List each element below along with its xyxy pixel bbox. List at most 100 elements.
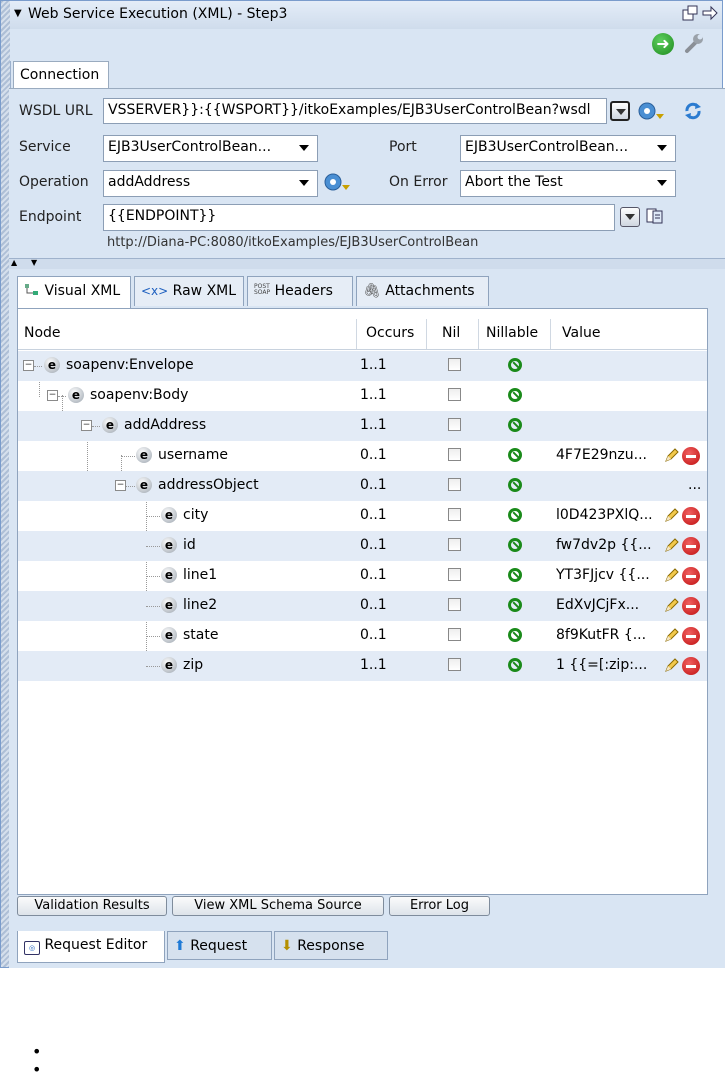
collapse-toggle-icon[interactable]: −: [115, 480, 126, 491]
value-cell[interactable]: 8f9KutFR {...: [556, 627, 646, 643]
operation-select[interactable]: addAddress: [103, 170, 318, 197]
remove-icon[interactable]: [682, 627, 700, 645]
nil-checkbox[interactable]: [448, 388, 461, 401]
validation-results-button[interactable]: Validation Results: [17, 896, 167, 916]
operation-settings-gear-icon[interactable]: [322, 171, 352, 193]
nil-checkbox[interactable]: [448, 418, 461, 431]
occurs-cell: 1..1: [360, 657, 387, 673]
table-row[interactable]: e state 0..1 8f9KutFR {...: [18, 621, 707, 651]
edit-pencil-icon[interactable]: [663, 448, 679, 464]
nil-checkbox[interactable]: [448, 508, 461, 521]
table-row[interactable]: e city 0..1 l0D423PXlQ...: [18, 501, 707, 531]
view-xml-schema-source-button[interactable]: View XML Schema Source: [172, 896, 384, 916]
endpoint-input[interactable]: {{ENDPOINT}}: [103, 204, 615, 231]
collapse-triangle-icon[interactable]: ▼: [14, 8, 22, 19]
table-row[interactable]: − e soapenv:Body 1..1: [18, 381, 707, 411]
value-cell[interactable]: l0D423PXlQ...: [556, 507, 653, 523]
execute-go-icon[interactable]: ➜: [652, 33, 674, 55]
collapse-toggle-icon[interactable]: −: [47, 390, 58, 401]
value-cell[interactable]: fw7dv2p {{...: [556, 537, 652, 553]
table-row[interactable]: e line1 0..1 YT3FJjcv {{...: [18, 561, 707, 591]
value-cell[interactable]: 1 {{=[:zip:...: [556, 657, 647, 673]
col-value-header[interactable]: Value: [562, 325, 600, 341]
remove-icon[interactable]: [682, 507, 700, 525]
collapse-up-icon[interactable]: ▲: [11, 258, 17, 267]
service-select[interactable]: EJB3UserControlBean...: [103, 135, 318, 162]
endpoint-dropdown-button[interactable]: [620, 207, 640, 227]
endpoint-copy-icon[interactable]: [646, 207, 664, 225]
remove-icon[interactable]: [682, 567, 700, 585]
element-icon: e: [136, 477, 152, 493]
value-cell[interactable]: EdXvJCjFx...: [556, 597, 639, 613]
occurs-cell: 1..1: [360, 357, 387, 373]
nillable-no-icon: [508, 538, 522, 552]
wrench-icon[interactable]: [682, 32, 706, 56]
table-row[interactable]: e line2 0..1 EdXvJCjFx...: [18, 591, 707, 621]
wsdl-url-input[interactable]: VSSERVER}}:{{WSPORT}}/itkoExamples/EJB3U…: [103, 98, 607, 124]
tab-attachments[interactable]: 🖇 Attachments: [356, 276, 489, 306]
tree-connector: [92, 426, 100, 427]
on-error-select[interactable]: Abort the Test: [460, 170, 676, 197]
top-toolbar: ➜: [10, 29, 722, 61]
remove-icon[interactable]: [682, 597, 700, 615]
tab-connection[interactable]: Connection: [13, 61, 109, 89]
title-bar: ▼ Web Service Execution (XML) - Step3: [10, 1, 722, 30]
nil-checkbox[interactable]: [448, 358, 461, 371]
edit-pencil-icon[interactable]: [663, 628, 679, 644]
collapse-toggle-icon[interactable]: −: [23, 360, 34, 371]
value-ellipsis[interactable]: ...: [688, 477, 701, 493]
chevron-down-icon: [299, 145, 309, 151]
col-node-header[interactable]: Node: [24, 325, 61, 341]
operation-value: addAddress: [108, 174, 191, 190]
tab-raw-xml[interactable]: <x> Raw XML: [134, 276, 244, 306]
nil-checkbox[interactable]: [448, 448, 461, 461]
table-row[interactable]: e username 0..1 4F7E29nzu...: [18, 441, 707, 471]
edit-pencil-icon[interactable]: [663, 508, 679, 524]
node-cell: e addressObject: [136, 477, 259, 493]
edit-pencil-icon[interactable]: [663, 598, 679, 614]
nil-checkbox[interactable]: [448, 478, 461, 491]
table-row[interactable]: e id 0..1 fw7dv2p {{...: [18, 531, 707, 561]
remove-icon[interactable]: [682, 447, 700, 465]
refresh-icon[interactable]: [683, 101, 703, 121]
detach-window-icon[interactable]: [682, 5, 698, 21]
tab-visual-xml[interactable]: Visual XML: [17, 276, 131, 309]
paperclip-icon: 🖇: [363, 283, 381, 299]
occurs-cell: 0..1: [360, 627, 387, 643]
edit-pencil-icon[interactable]: [663, 568, 679, 584]
port-select[interactable]: EJB3UserControlBean...: [460, 135, 676, 162]
node-label: line2: [183, 597, 218, 613]
tab-headers[interactable]: POST SOAP Headers: [247, 276, 353, 306]
value-cell[interactable]: YT3FJjcv {{...: [556, 567, 650, 583]
nil-checkbox[interactable]: [448, 598, 461, 611]
nillable-no-icon: [508, 418, 522, 432]
col-occurs-header[interactable]: Occurs: [366, 325, 414, 341]
wsdl-settings-gear-icon[interactable]: [636, 100, 666, 122]
edit-pencil-icon[interactable]: [663, 658, 679, 674]
element-icon: e: [161, 507, 177, 523]
nil-checkbox[interactable]: [448, 538, 461, 551]
col-nil-header[interactable]: Nil: [442, 325, 460, 341]
edit-pencil-icon[interactable]: [663, 538, 679, 554]
tab-request-editor[interactable]: ◎ Request Editor: [17, 931, 165, 963]
navigate-arrow-icon[interactable]: [702, 5, 718, 21]
tab-response[interactable]: ⬇ Response: [274, 931, 388, 960]
nil-checkbox[interactable]: [448, 628, 461, 641]
collapse-down-icon[interactable]: ▼: [31, 258, 37, 267]
table-row[interactable]: − e addAddress 1..1: [18, 411, 707, 441]
error-log-button[interactable]: Error Log: [389, 896, 490, 916]
tab-request[interactable]: ⬆ Request: [167, 931, 272, 960]
nil-checkbox[interactable]: [448, 568, 461, 581]
remove-icon[interactable]: [682, 537, 700, 555]
occurs-cell: 1..1: [360, 387, 387, 403]
table-row[interactable]: − e addressObject 0..1 ...: [18, 471, 707, 501]
wsdl-dropdown-button[interactable]: [610, 101, 630, 121]
value-cell[interactable]: 4F7E29nzu...: [556, 447, 647, 463]
table-row[interactable]: − e soapenv:Envelope 1..1: [18, 351, 707, 381]
table-row[interactable]: e zip 1..1 1 {{=[:zip:...: [18, 651, 707, 681]
tab-request-label: Request: [190, 938, 248, 954]
remove-icon[interactable]: [682, 657, 700, 675]
nil-checkbox[interactable]: [448, 658, 461, 671]
collapse-toggle-icon[interactable]: −: [81, 420, 92, 431]
col-nillable-header[interactable]: Nillable: [486, 325, 538, 341]
